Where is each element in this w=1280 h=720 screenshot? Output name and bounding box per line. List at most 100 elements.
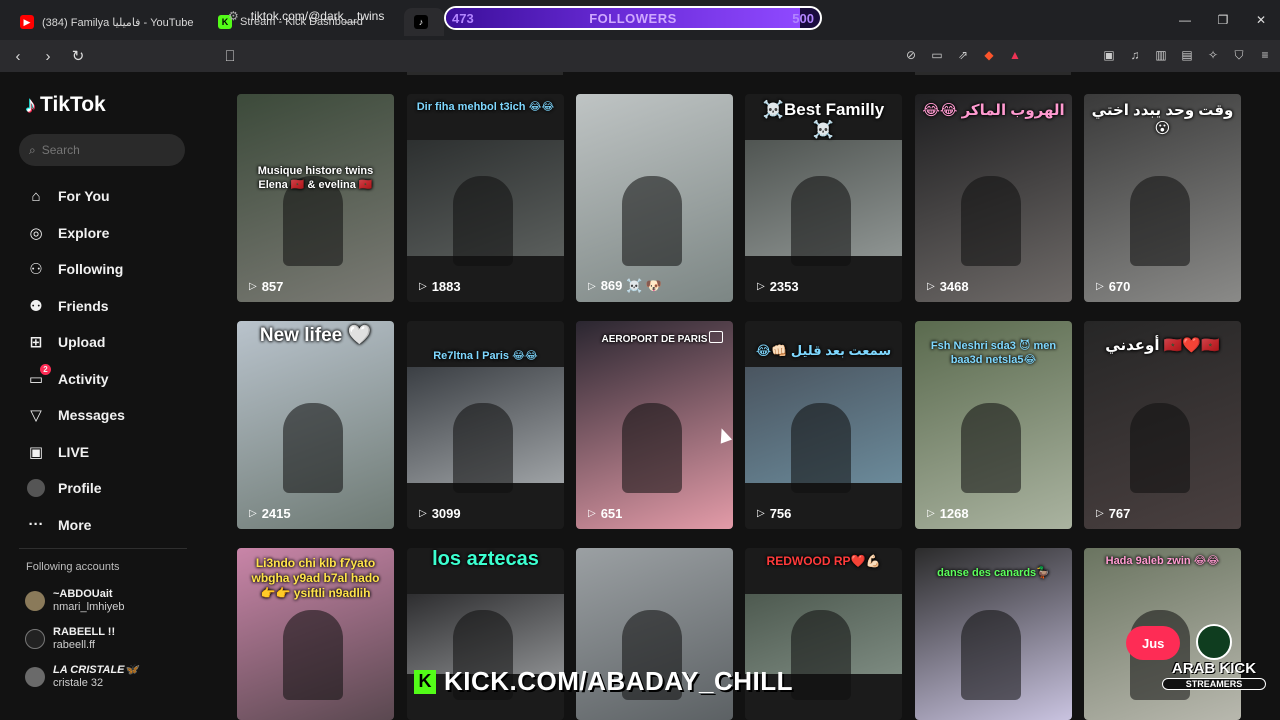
menu-icon[interactable]: ≡ xyxy=(1256,44,1274,66)
figure-silhouette xyxy=(961,176,1021,266)
nav-profile[interactable]: Profile xyxy=(26,470,125,507)
play-icon: ▷ xyxy=(588,280,596,292)
profile-icon xyxy=(26,478,46,498)
wallet-icon[interactable]: ▤ xyxy=(1178,44,1196,66)
search-icon: ⌕ xyxy=(29,142,36,157)
share-icon[interactable]: ⇗ xyxy=(954,44,972,66)
profile-avatar xyxy=(27,479,45,498)
play-icon: ▷ xyxy=(588,508,596,519)
view-count: ▷ 2353 xyxy=(757,279,799,294)
reload-icon[interactable]: ↻ xyxy=(66,44,90,68)
view-count: ▷ 857 xyxy=(249,279,283,294)
nav-label: For You xyxy=(58,188,110,205)
video-caption: 😂😂 الهروب الماكر xyxy=(922,102,1065,119)
figure-silhouette xyxy=(791,176,851,266)
nav-more[interactable]: ··· More xyxy=(26,507,125,544)
avatar xyxy=(25,629,45,649)
video-card[interactable]: وقت وحد يبدد اختي 😮 ▷ 670 xyxy=(1084,94,1241,302)
previous-row-edge xyxy=(407,72,563,75)
account-handle: nmari_lmhiyeb xyxy=(53,601,125,613)
tiktok-note-icon: ♪ xyxy=(25,92,36,117)
leo-icon[interactable]: ✧ xyxy=(1204,44,1222,66)
browser-toolbar: ⊘ ▭ ⇗ ◆ ▲ ▣ ♫ ▥ ▤ ✧ ⛉ ≡ xyxy=(902,44,1274,66)
following-account[interactable]: RABEELL !! rabeell.ff xyxy=(25,626,115,652)
translate-icon[interactable]: ⊘ xyxy=(902,44,920,66)
video-card[interactable]: danse des canards🦆 xyxy=(915,548,1072,720)
nav-live[interactable]: ▣ LIVE xyxy=(26,434,125,471)
brave-shield-icon[interactable]: ◆ xyxy=(980,44,998,66)
maximize-icon[interactable]: ❐ xyxy=(1204,0,1242,40)
view-count: ▷ 2415 xyxy=(249,506,291,521)
tiktok-sidebar: ♪ TikTok ⌕ ⌂ For You ◎ Explore ⚇ Followi… xyxy=(0,72,210,720)
bookmark-icon[interactable]: ⎕ xyxy=(218,44,242,68)
nav-explore[interactable]: ◎ Explore xyxy=(26,215,125,252)
rewards-icon[interactable]: ▲ xyxy=(1006,44,1024,66)
account-name: ~ABDOUait xyxy=(53,588,113,600)
view-count: ▷ 3468 xyxy=(927,279,969,294)
video-card[interactable]: ☠️Best Familly ☠️ ▷ 2353 xyxy=(745,94,902,302)
video-card[interactable]: Fsh Neshri sda3 😈 men baa3d netsla5😂 ▷ 126… xyxy=(915,321,1072,529)
play-icon: ▷ xyxy=(419,508,427,519)
account-name: RABEELL !! xyxy=(53,626,116,638)
video-card[interactable]: Musique histore twins Elena 🇲🇦 & evelina… xyxy=(237,94,394,302)
friends-icon: ⚉ xyxy=(29,297,43,315)
close-icon[interactable]: ✕ xyxy=(1242,0,1280,40)
search-box[interactable]: ⌕ xyxy=(19,134,185,166)
video-caption: Li3ndo chi klb f7yato wbgha y9ad b7al ha… xyxy=(251,556,380,600)
site-info-icon[interactable]: ⚙ xyxy=(228,9,239,23)
play-icon: ▷ xyxy=(927,508,935,519)
view-count: ▷ 767 xyxy=(1096,506,1130,521)
search-input[interactable] xyxy=(41,143,162,157)
play-icon: ▷ xyxy=(927,281,935,292)
figure-silhouette xyxy=(791,610,851,700)
nav-following[interactable]: ⚇ Following xyxy=(26,251,125,288)
nav-label: Activity xyxy=(58,370,109,387)
tab-youtube[interactable]: ▶ (384) Familya فاميليا - YouTube xyxy=(10,8,206,36)
media-icon[interactable]: ♫ xyxy=(1126,44,1144,66)
video-card[interactable]: AEROPORT DE PARIS ▷ 651 xyxy=(576,321,733,529)
view-count-text: 869 ☠️ 🐶 xyxy=(600,278,662,293)
nav-for-you[interactable]: ⌂ For You xyxy=(26,178,125,215)
nav-upload[interactable]: ⊞ Upload xyxy=(26,324,125,361)
view-count-text: 2415 xyxy=(261,506,291,521)
reading-list-icon[interactable]: ▥ xyxy=(1152,44,1170,66)
cast-icon[interactable]: ▭ xyxy=(928,44,946,66)
video-card[interactable]: Dir fiha mehbol t3ich 😂😂 ▷ 1883 xyxy=(407,94,564,302)
live-icon: ▣ xyxy=(28,443,44,461)
nav-label: Friends xyxy=(58,297,109,314)
minimize-icon[interactable]: — xyxy=(1166,0,1204,40)
forward-icon[interactable]: › xyxy=(36,44,60,68)
following-account[interactable]: ~ABDOUait nmari_lmhiyeb xyxy=(25,588,125,614)
home-icon: ⌂ xyxy=(31,187,41,205)
nav-messages[interactable]: ▽ Messages xyxy=(26,397,125,434)
kick-url-text: KICK.COM/ABADAY_CHILL xyxy=(444,666,793,696)
video-card[interactable]: New lifee 🤍 ▷ 2415 xyxy=(237,321,394,529)
nav-activity[interactable]: ▭ 2 Activity xyxy=(26,361,125,398)
view-count-text: 1268 xyxy=(939,506,969,521)
nav-label: More xyxy=(58,516,92,533)
sidebar-toggle-icon[interactable]: ▣ xyxy=(1100,44,1118,66)
video-card[interactable]: ▷ 869 ☠️ 🐶 xyxy=(576,94,733,302)
video-card[interactable]: Re7ltna l Paris 😂😂 ▷ 3099 xyxy=(407,321,564,529)
view-count-text: 651 xyxy=(600,506,623,521)
nav-friends[interactable]: ⚉ Friends xyxy=(26,288,125,325)
streamers-text: STREAMERS xyxy=(1162,678,1266,690)
compass-icon: ◎ xyxy=(29,224,43,242)
back-icon[interactable]: ‹ xyxy=(6,44,30,68)
following-account[interactable]: LA CRISTALE🦋 cristale 32 xyxy=(25,664,138,690)
tab-title: (384) Familya فاميليا - YouTube xyxy=(42,16,194,29)
video-caption: Dir fiha mehbol t3ich 😂😂 xyxy=(416,101,555,113)
video-grid: Musique histore twins Elena 🇲🇦 & evelina… xyxy=(237,72,1247,720)
figure-silhouette xyxy=(1130,403,1190,493)
screen: ▶ (384) Familya فاميليا - YouTube K Stre… xyxy=(0,0,1280,720)
video-card[interactable]: Li3ndo chi klb f7yato wbgha y9ad b7al ha… xyxy=(237,548,394,720)
video-card[interactable]: 😂👊🏻 سمعت بعد قليل ▷ 756 xyxy=(745,321,902,529)
activity-badge: 2 xyxy=(40,363,51,375)
arab-kick-text: ARAB KICK xyxy=(1171,660,1257,677)
tiktok-logo[interactable]: ♪ TikTok xyxy=(25,92,106,118)
video-card[interactable]: أوعدني 🇲🇦❤️🇲🇦 ▷ 767 xyxy=(1084,321,1241,529)
vpn-icon[interactable]: ⛉ xyxy=(1230,44,1248,66)
video-card[interactable]: 😂😂 الهروب الماكر ▷ 3468 xyxy=(915,94,1072,302)
nav-label: LIVE xyxy=(58,443,90,460)
url-field[interactable]: ⚙ tiktok.com/@dark__twins xyxy=(228,4,1028,28)
